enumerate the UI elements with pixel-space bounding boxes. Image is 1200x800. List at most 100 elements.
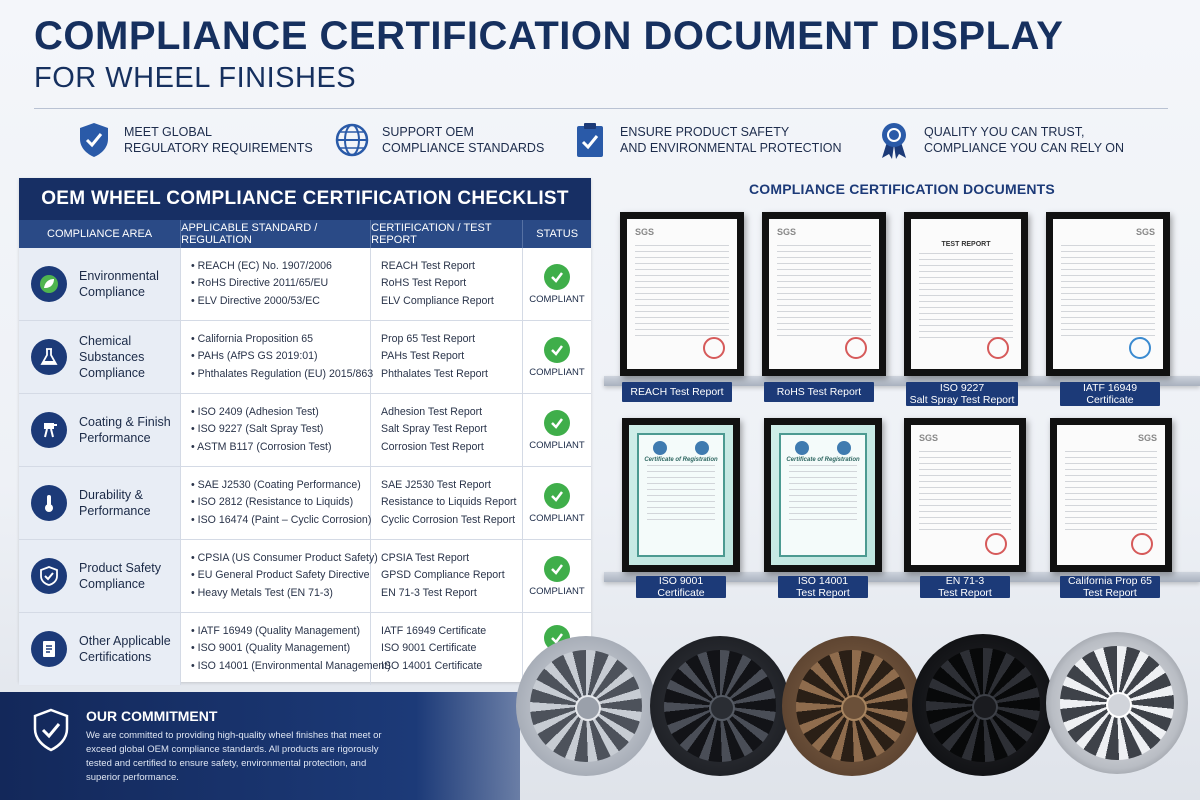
standard-item: • California Proposition 65 [191, 332, 314, 345]
document-frame[interactable]: TEST REPORT [904, 212, 1028, 376]
document-label: ISO 14001 Test Report [778, 575, 868, 599]
bronze-wheel-image [782, 636, 922, 776]
feature-line: MEET GLOBAL [124, 125, 212, 139]
status-badge: COMPLIANT [529, 366, 585, 378]
report-item: IATF 16949 Certificate [381, 624, 487, 637]
commitment-text: We are committed to providing high-quali… [86, 730, 382, 783]
report-item: Phthalates Test Report [381, 367, 488, 380]
report-item: ISO 14001 Certificate [381, 659, 483, 672]
standard-item: • ELV Directive 2000/53/EC [191, 294, 320, 307]
table-row: Other Applicable Certifications • IATF 1… [19, 613, 591, 685]
leaf-icon [31, 266, 67, 302]
document-brand: Certificate of Registration [786, 457, 860, 463]
column-header: CERTIFICATION / TEST REPORT [371, 220, 524, 248]
standard-item: • RoHS Directive 2011/65/EU [191, 277, 329, 290]
document-frame[interactable]: SGS [1046, 212, 1170, 376]
feature-line: ENSURE PRODUCT SAFETY [620, 125, 790, 139]
black-wheel-image [912, 634, 1054, 776]
document-frame[interactable]: SGS [904, 418, 1026, 572]
standard-item: • ISO 9227 (Salt Spray Test) [191, 423, 324, 436]
report-item: GPSD Compliance Report [381, 569, 505, 582]
report-item: Salt Spray Test Report [381, 423, 487, 436]
column-header: STATUS [536, 228, 579, 240]
document-frame[interactable]: SGS [620, 212, 744, 376]
report-item: ELV Compliance Report [381, 294, 494, 307]
standard-item: • Phthalates Regulation (EU) 2015/863 [191, 367, 374, 380]
report-item: RoHS Test Report [381, 277, 467, 290]
document-label: ISO 9227 Salt Spray Test Report [906, 382, 1018, 406]
report-item: PAHs Test Report [381, 350, 465, 363]
feature-line: SUPPORT OEM [382, 125, 474, 139]
check-circle-icon [544, 482, 570, 509]
shield-check-icon [31, 558, 67, 594]
documents-title: COMPLIANCE CERTIFICATION DOCUMENTS [749, 181, 1055, 197]
checklist-title: OEM WHEEL COMPLIANCE CERTIFICATION CHECK… [19, 178, 591, 220]
check-circle-icon [544, 555, 570, 582]
feature-line: COMPLIANCE YOU CAN RELY ON [924, 141, 1125, 155]
table-row: Product Safety Compliance • CPSIA (US Co… [19, 540, 591, 613]
standard-item: • ISO 2409 (Adhesion Test) [191, 405, 319, 418]
spray-gun-icon [31, 412, 67, 448]
document-brand: SGS [635, 227, 655, 237]
flask-icon [31, 339, 67, 375]
compliance-area-name: Coating & Finish Performance [79, 415, 171, 445]
report-item: SAE J2530 Test Report [381, 478, 491, 491]
table-row: Chemical Substances Compliance • Califor… [19, 321, 591, 394]
report-item: ISO 9001 Certificate [381, 642, 477, 655]
standard-item: • ISO 14001 (Environmental Management) [191, 659, 391, 672]
column-header: APPLICABLE STANDARD / REGULATION [181, 220, 372, 248]
document-frame[interactable]: Certificate of Registration [622, 418, 740, 572]
document-label: ISO 9001 Certificate [636, 575, 726, 599]
feature-line: QUALITY YOU CAN TRUST, [924, 125, 1085, 139]
clipboard-check-icon [570, 120, 610, 160]
award-ribbon-icon [874, 120, 914, 160]
checklist-header-row: COMPLIANCE AREA APPLICABLE STANDARD / RE… [19, 220, 591, 248]
report-item: REACH Test Report [381, 259, 476, 272]
feature-line: COMPLIANCE STANDARDS [382, 141, 545, 155]
globe-icon [332, 120, 372, 160]
compliance-area-name: Other Applicable Certifications [79, 634, 171, 664]
table-row: Environmental Compliance • REACH (EC) No… [19, 248, 591, 321]
table-row: Durability & Performance • SAE J2530 (Co… [19, 467, 591, 540]
document-label: EN 71-3 Test Report [920, 575, 1010, 599]
feature-line: AND ENVIRONMENTAL PROTECTION [620, 141, 842, 155]
document-brand: SGS [777, 227, 797, 237]
gunmetal-wheel-image [650, 636, 790, 776]
document-label: REACH Test Report [622, 382, 732, 402]
standard-item: • Heavy Metals Test (EN 71-3) [191, 586, 333, 599]
standard-item: • ASTM B117 (Corrosion Test) [191, 440, 332, 453]
standard-item: • ISO 2812 (Resistance to Liquids) [191, 496, 354, 509]
feature-oem: SUPPORT OEM COMPLIANCE STANDARDS [332, 118, 544, 162]
silver-wheel-image [516, 636, 656, 776]
column-header: COMPLIANCE AREA [19, 220, 182, 248]
shield-check-icon [74, 120, 114, 160]
document-frame[interactable]: Certificate of Registration [764, 418, 882, 572]
thermometer-icon [31, 485, 67, 521]
header-divider [34, 108, 1168, 109]
document-brand: SGS [1137, 433, 1157, 443]
status-badge: COMPLIANT [529, 439, 585, 451]
standard-item: • PAHs (AfPS GS 2019:01) [191, 350, 318, 363]
standard-item: • IATF 16949 (Quality Management) [191, 624, 360, 637]
report-item: Corrosion Test Report [381, 440, 484, 453]
report-item: Adhesion Test Report [381, 405, 483, 418]
report-item: Prop 65 Test Report [381, 332, 476, 345]
check-circle-icon [544, 336, 570, 363]
document-frame[interactable]: SGS [762, 212, 886, 376]
standard-item: • EU General Product Safety Directive [191, 569, 370, 582]
report-item: Resistance to Liquids Report [381, 496, 517, 509]
page-subtitle: FOR WHEEL FINISHES [34, 62, 357, 94]
feature-line: REGULATORY REQUIREMENTS [124, 141, 313, 155]
standard-item: • REACH (EC) No. 1907/2006 [191, 259, 332, 272]
status-badge: COMPLIANT [529, 585, 585, 597]
report-item: CPSIA Test Report [381, 551, 470, 564]
chrome-wheel-image [1046, 632, 1188, 774]
status-badge: COMPLIANT [529, 512, 585, 524]
feature-regulatory: MEET GLOBAL REGULATORY REQUIREMENTS [74, 118, 313, 162]
document-label: RoHS Test Report [764, 382, 874, 402]
compliance-area-name: Durability & Performance [79, 488, 151, 518]
document-frame[interactable]: SGS [1050, 418, 1172, 572]
document-label: California Prop 65 Test Report [1060, 575, 1160, 599]
shield-check-icon [32, 708, 70, 757]
table-row: Coating & Finish Performance • ISO 2409 … [19, 394, 591, 467]
